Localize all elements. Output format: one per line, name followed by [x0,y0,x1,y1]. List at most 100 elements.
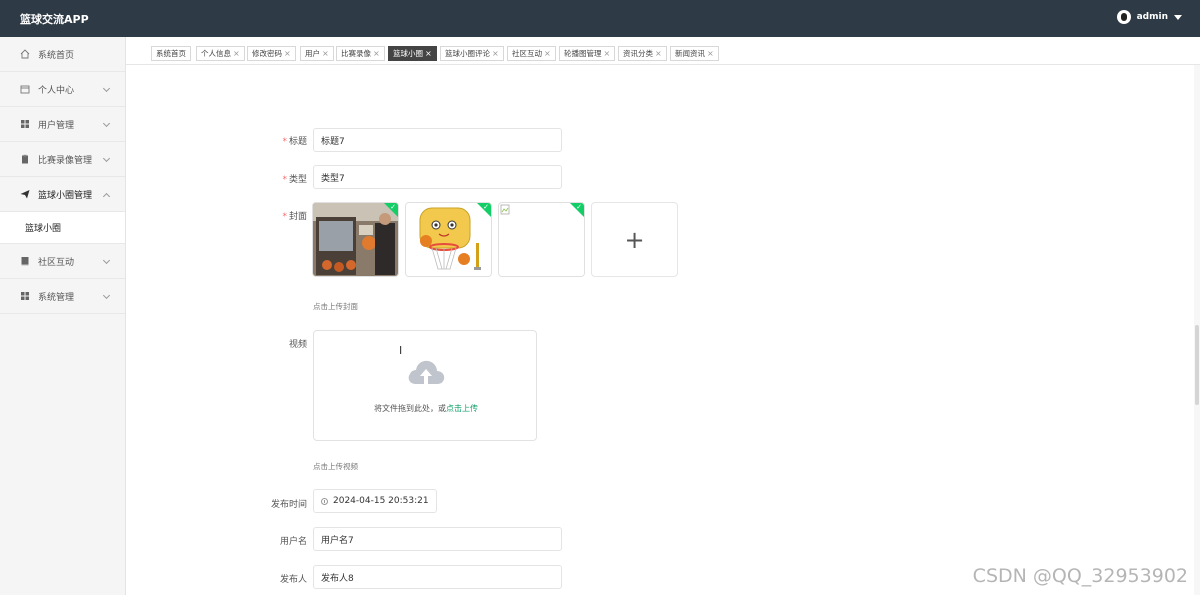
cover-label: * 封面 [127,209,307,222]
upload-text: 将文件拖到此处，或 [374,404,446,413]
required-mark: * [282,212,287,222]
tab-personal-info[interactable]: 个人信息 × [196,46,245,61]
chevron-down-icon [102,154,111,163]
user-avatar-icon [1116,10,1131,24]
publisher-label-text: 发布人 [279,575,307,585]
tab-label: 比赛录像 [341,49,371,58]
sidebar-item-community[interactable]: 社区互动 [0,244,125,279]
sidebar-item-user-management[interactable]: 用户管理 [0,107,125,142]
close-icon[interactable]: × [322,49,329,58]
home-icon [20,49,30,59]
close-icon[interactable]: × [707,49,714,58]
tab-users[interactable]: 用户 × [300,46,334,61]
type-input[interactable]: 类型7 [313,165,562,189]
check-icon: ✓ [483,203,489,211]
sidebar-item-match-video-management[interactable]: 比赛录像管理 [0,142,125,177]
chevron-down-icon [102,291,111,300]
sidebar-item-label: 系统管理 [38,292,75,303]
sidebar-subitem-basketball-circle[interactable]: 篮球小圈 [0,212,125,244]
close-icon[interactable]: × [544,49,551,58]
tab-carousel-management[interactable]: 轮播图管理 × [559,46,616,61]
tab-label: 修改密码 [252,49,282,58]
scrollbar[interactable] [1194,65,1200,595]
add-cover-button[interactable]: + [591,202,678,277]
user-menu[interactable]: admin [1116,10,1182,24]
sidebar-item-label: 比赛录像管理 [38,155,93,166]
close-icon[interactable]: × [233,49,240,58]
tab-label: 系统首页 [156,49,186,58]
tab-news[interactable]: 新闻资讯 × [670,46,719,61]
tab-label: 篮球小圈 [393,49,423,58]
username-label-text: 用户名 [279,537,307,547]
tab-label: 新闻资讯 [675,49,705,58]
chevron-up-icon [102,192,111,201]
cloud-upload-icon [408,360,445,384]
username-input[interactable]: 用户名7 [313,527,562,551]
tab-match-videos[interactable]: 比赛录像 × [336,46,385,61]
sidebar-item-label: 社区互动 [38,257,75,268]
calendar-icon [20,85,30,94]
tab-label: 资讯分类 [623,49,653,58]
cover-image-2[interactable]: ✓ [405,202,492,277]
sidebar-item-home[interactable]: 系统首页 [0,37,125,72]
video-hint: 点击上传视频 [313,462,358,471]
grid-icon [21,292,29,300]
chevron-down-icon [102,256,111,265]
sidebar: 系统首页 个人中心 用户管理 比赛录像管理 篮球小圈管理 篮球小圈 社区互动 系… [0,37,126,595]
clipboard-icon [22,154,28,164]
close-icon[interactable]: × [604,49,611,58]
tab-label: 用户 [305,49,320,58]
close-icon[interactable]: × [492,49,499,58]
caret-down-icon [1174,14,1182,20]
publisher-input[interactable]: 发布人8 [313,565,562,589]
book-icon [21,257,29,266]
video-upload-dropzone[interactable]: 将文件拖到此处，或点击上传 [313,330,537,441]
clock-icon [321,497,328,505]
close-icon[interactable]: × [284,49,291,58]
tab-news-category[interactable]: 资讯分类 × [618,46,667,61]
tab-basketball-circle-comments[interactable]: 篮球小圈评论 × [440,46,504,61]
sidebar-item-label: 用户管理 [38,120,75,131]
check-icon: ✓ [390,203,396,211]
publish-time-picker[interactable]: 2024-04-15 20:53:21 [313,489,437,513]
cover-image-3[interactable]: ✓ [498,202,585,277]
upload-instruction: 将文件拖到此处，或点击上传 [314,403,538,414]
cover-image-1[interactable]: ✓ [312,202,399,277]
tab-community[interactable]: 社区互动 × [507,46,556,61]
close-icon[interactable]: × [373,49,380,58]
title-label: * 标题 [127,134,307,147]
tab-change-password[interactable]: 修改密码 × [247,46,296,61]
required-mark: * [282,175,287,185]
grid-icon [21,120,29,128]
upload-link[interactable]: 点击上传 [446,404,478,413]
scroll-thumb[interactable] [1195,325,1199,405]
tab-basketball-circle[interactable]: 篮球小圈 × [388,46,437,61]
video-label-text: 视频 [288,340,307,350]
tab-label: 篮球小圈评论 [445,49,490,58]
sidebar-item-basketball-circle-management[interactable]: 篮球小圈管理 [0,177,125,212]
close-icon[interactable]: × [655,49,662,58]
top-navbar: 篮球交流APP admin [0,0,1200,37]
watermark: CSDN @QQ_32953902 [972,565,1188,587]
sidebar-item-system-management[interactable]: 系统管理 [0,279,125,314]
required-mark: * [282,137,287,147]
sidebar-subitem-label: 篮球小圈 [25,224,62,234]
type-label: * 类型 [127,172,307,185]
app-title: 篮球交流APP [20,13,89,26]
chevron-down-icon [102,84,111,93]
close-icon[interactable]: × [425,49,432,58]
tab-home[interactable]: 系统首页 [151,46,191,61]
tab-label: 轮播图管理 [564,49,602,58]
publish-time-value: 2024-04-15 20:53:21 [333,496,429,506]
send-icon [20,190,30,199]
sidebar-item-label: 系统首页 [38,50,75,61]
sidebar-item-label: 个人中心 [38,85,75,96]
cover-hint: 点击上传封面 [313,302,358,311]
tab-label: 个人信息 [201,49,231,58]
title-label-text: 标题 [288,137,307,147]
title-input[interactable]: 标题7 [313,128,562,152]
publisher-label: 发布人 [127,572,307,585]
sidebar-item-personal-center[interactable]: 个人中心 [0,72,125,107]
username-label: admin [1136,12,1168,22]
publish-time-label-text: 发布时间 [270,500,307,510]
